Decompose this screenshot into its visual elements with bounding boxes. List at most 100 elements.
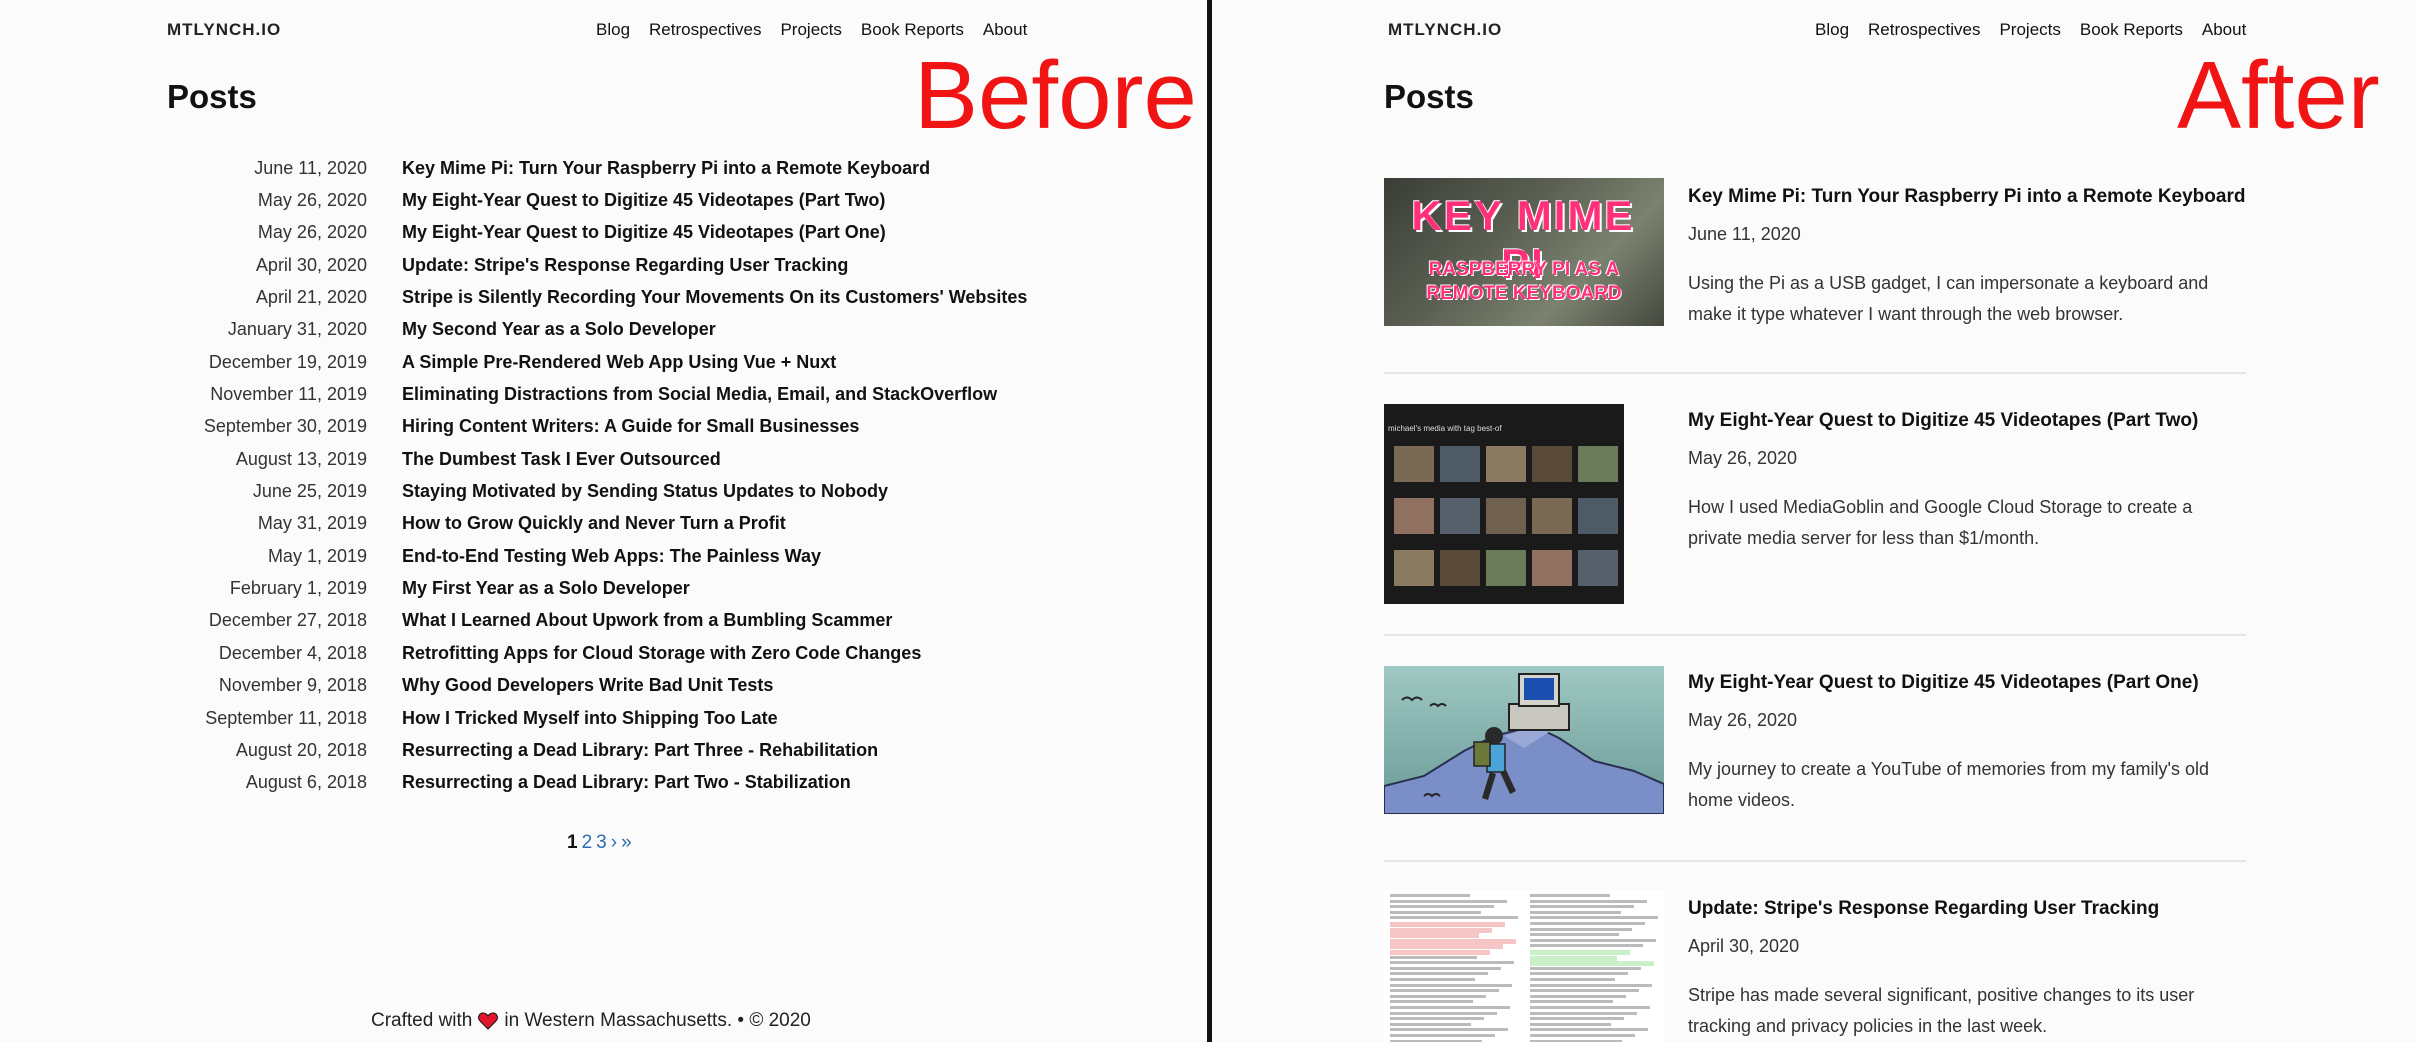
page-title: Posts	[167, 78, 257, 115]
post-thumbnail[interactable]	[1384, 666, 1664, 814]
video-thumbnail	[1486, 446, 1526, 482]
post-title-link[interactable]: End-to-End Testing Web Apps: The Painles…	[402, 546, 821, 567]
post-date: June 11, 2020	[1688, 224, 1801, 244]
diff-line	[1530, 978, 1615, 981]
video-thumbnail	[1394, 550, 1434, 586]
post-title-link[interactable]: My Eight-Year Quest to Digitize 45 Video…	[402, 190, 885, 211]
post-date: November 9, 2018	[218, 675, 367, 696]
post-title-link[interactable]: How I Tricked Myself into Shipping Too L…	[402, 708, 778, 729]
thumbnail-subtitle: RASPBERRY PI AS A REMOTE KEYBOARD	[1426, 259, 1622, 304]
post-title-link[interactable]: Resurrecting a Dead Library: Part Three …	[402, 740, 878, 761]
hiker-illustration	[1384, 673, 1664, 814]
diff-line	[1390, 1011, 1497, 1015]
post-date: August 6, 2018	[245, 772, 367, 793]
diff-line	[1390, 916, 1518, 920]
post-title-link[interactable]: Stripe is Silently Recording Your Moveme…	[402, 287, 1027, 308]
post-title-link[interactable]: How to Grow Quickly and Never Turn a Pro…	[402, 513, 786, 534]
diff-line	[1530, 1011, 1637, 1015]
main-nav: Blog Retrospectives Projects Book Report…	[1815, 20, 2246, 40]
post-thumbnail[interactable]: KEY MIME PI RASPBERRY PI AS A REMOTE KEY…	[1384, 178, 1664, 326]
post-card: michael's media with tag best-of My Eigh…	[1384, 374, 2246, 636]
post-title-link[interactable]: My Eight-Year Quest to Digitize 45 Video…	[402, 222, 886, 243]
diff-line	[1530, 1006, 1650, 1009]
post-date: August 13, 2019	[235, 448, 367, 469]
diff-line	[1530, 922, 1645, 925]
diff-line	[1390, 933, 1479, 939]
site-brand[interactable]: MTLYNCH.IO	[1388, 20, 1502, 40]
diff-line	[1530, 1000, 1613, 1004]
pagination-next[interactable]: ›	[611, 832, 617, 854]
diff-line	[1530, 933, 1619, 937]
post-title-link[interactable]: Staying Motivated by Sending Status Upda…	[402, 481, 888, 502]
post-thumbnail[interactable]	[1384, 890, 1664, 1042]
post-title-link[interactable]: Update: Stripe's Response Regarding User…	[402, 255, 848, 276]
post-title-link[interactable]: Eliminating Distractions from Social Med…	[402, 384, 997, 405]
page-title: Posts	[1384, 78, 1474, 115]
nav-about[interactable]: About	[983, 20, 1027, 40]
diff-line	[1530, 1022, 1611, 1026]
post-title-link[interactable]: My First Year as a Solo Developer	[402, 578, 690, 599]
post-title-link[interactable]: What I Learned About Upwork from a Bumbl…	[402, 610, 892, 631]
post-row: May 31, 2019 How to Grow Quickly and Neve…	[0, 508, 1150, 540]
post-title-link[interactable]: A Simple Pre-Rendered Web App Using Vue …	[402, 352, 836, 373]
post-row: December 19, 2019 A Simple Pre-Rendered W…	[0, 346, 1150, 378]
post-date: August 20, 2018	[235, 739, 367, 760]
diff-line	[1530, 927, 1632, 931]
post-date: May 31, 2019	[257, 513, 367, 534]
pagination-page-3[interactable]: 3	[596, 832, 607, 854]
post-thumbnail[interactable]: michael's media with tag best-of	[1384, 404, 1624, 604]
post-date: June 11, 2020	[254, 157, 367, 178]
post-title-link[interactable]: My Eight-Year Quest to Digitize 45 Video…	[1688, 410, 2198, 432]
post-date: May 26, 2020	[1688, 710, 1798, 730]
nav-retrospectives[interactable]: Retrospectives	[649, 20, 761, 40]
pagination-page-2[interactable]: 2	[582, 832, 593, 854]
post-date: May 26, 2020	[1688, 448, 1798, 468]
post-title-link[interactable]: The Dumbest Task I Ever Outsourced	[402, 449, 721, 470]
post-title-link[interactable]: My Second Year as a Solo Developer	[402, 319, 716, 340]
post-title-link[interactable]: My Eight-Year Quest to Digitize 45 Video…	[1688, 672, 2199, 694]
post-row: August 20, 2018 Resurrecting a Dead Libra…	[0, 734, 1150, 766]
diff-line	[1530, 994, 1626, 998]
post-title-link[interactable]: Hiring Content Writers: A Guide for Smal…	[402, 416, 859, 437]
heart-icon	[478, 1012, 499, 1030]
nav-book-reports[interactable]: Book Reports	[2080, 20, 2183, 40]
post-date: June 25, 2019	[252, 481, 367, 502]
post-row: December 4, 2018 Retrofitting Apps for Cl…	[0, 637, 1150, 669]
post-title-link[interactable]: Key Mime Pi: Turn Your Raspberry Pi into…	[402, 158, 930, 179]
post-row: June 11, 2020 Key Mime Pi: Turn Your Rasp…	[0, 152, 1150, 184]
post-description: How I used MediaGoblin and Google Cloud …	[1688, 497, 2193, 548]
post-title-link[interactable]: Update: Stripe's Response Regarding User…	[1688, 898, 2159, 920]
pagination: 1 2 3 › »	[567, 832, 632, 854]
nav-blog[interactable]: Blog	[596, 20, 630, 40]
post-description: Stripe has made several significant, pos…	[1688, 985, 2195, 1036]
after-panel: MTLYNCH.IO Blog Retrospectives Projects …	[1212, 0, 2416, 1042]
diff-line	[1530, 938, 1656, 942]
diff-line	[1390, 950, 1490, 955]
video-thumbnail	[1486, 498, 1526, 534]
video-thumbnail	[1578, 498, 1618, 534]
thumbnail-caption: michael's media with tag best-of	[1388, 424, 1502, 433]
nav-projects[interactable]: Projects	[780, 20, 841, 40]
post-title-link[interactable]: Why Good Developers Write Bad Unit Tests	[402, 675, 773, 696]
nav-blog[interactable]: Blog	[1815, 20, 1849, 40]
nav-about[interactable]: About	[2202, 20, 2246, 40]
post-date: December 4, 2018	[218, 642, 367, 663]
diff-line	[1390, 1028, 1508, 1032]
pagination-last[interactable]: »	[621, 832, 632, 854]
nav-projects[interactable]: Projects	[1999, 20, 2060, 40]
post-title-link[interactable]: Key Mime Pi: Turn Your Raspberry Pi into…	[1688, 186, 2245, 208]
post-description: Using the Pi as a USB gadget, I can impe…	[1688, 273, 2209, 324]
site-brand[interactable]: MTLYNCH.IO	[167, 20, 281, 40]
diff-line	[1390, 955, 1477, 959]
post-title-link[interactable]: Resurrecting a Dead Library: Part Two - …	[402, 772, 851, 793]
video-thumbnail	[1394, 446, 1434, 482]
post-date: December 19, 2019	[208, 351, 367, 372]
nav-retrospectives[interactable]: Retrospectives	[1868, 20, 1980, 40]
diff-line	[1390, 1017, 1484, 1021]
nav-book-reports[interactable]: Book Reports	[861, 20, 964, 40]
post-row: September 30, 2019 Hiring Content Writers…	[0, 411, 1150, 443]
video-thumbnail	[1486, 550, 1526, 586]
video-thumbnail	[1394, 498, 1434, 534]
post-row: August 6, 2018 Resurrecting a Dead Librar…	[0, 767, 1150, 799]
post-title-link[interactable]: Retrofitting Apps for Cloud Storage with…	[402, 643, 921, 664]
